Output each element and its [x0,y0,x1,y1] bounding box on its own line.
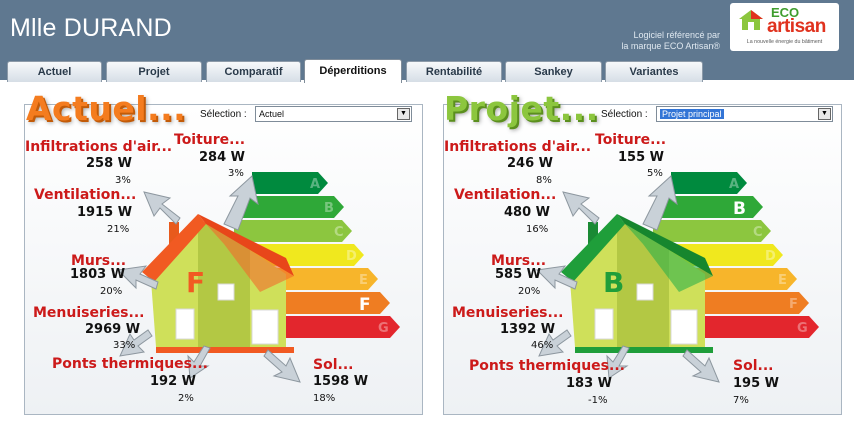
current-ponts-value: 192 W [150,374,197,389]
client-name-title: Mlle DURAND [10,14,172,42]
project-toiture-value: 155 W [618,150,665,165]
project-menuiseries-value: 1392 W [500,322,556,337]
software-reference-line2: la marque ECO Artisan® [621,41,720,51]
current-murs-value: 1803 W [70,267,126,282]
tab-rentabilite[interactable]: Rentabilité [406,61,502,82]
project-ponts-percent: -1% [588,395,608,406]
project-ventilation-percent: 16% [526,224,549,235]
project-murs-percent: 20% [518,286,541,297]
project-menuiseries-label: Menuiseries... [452,305,564,321]
tab-sankey[interactable]: Sankey [505,61,602,82]
svg-text:F: F [186,266,205,299]
project-sol-value: 195 W [733,376,780,391]
tab-comparatif[interactable]: Comparatif [206,61,301,82]
tab-bar: Actuel Projet Comparatif Déperditions Re… [0,59,854,83]
svg-text:A: A [310,177,320,192]
project-ponts-label: Ponts thermiques... [469,358,625,374]
current-ponts-label: Ponts thermiques... [52,356,208,372]
tab-projet[interactable]: Projet [106,61,202,82]
current-menuiseries-percent: 33% [113,340,136,351]
current-infiltrations-percent: 3% [115,175,131,186]
svg-text:D: D [765,249,776,264]
svg-text:F: F [789,297,798,312]
svg-text:E: E [359,273,368,288]
project-menuiseries-percent: 46% [531,340,554,351]
project-sol-percent: 7% [733,395,749,406]
project-infiltrations-value: 246 W [507,156,554,171]
svg-text:F: F [359,295,371,315]
svg-text:D: D [346,249,357,264]
project-ventilation-label: Ventilation... [454,187,557,203]
project-toiture-percent: 5% [647,168,663,179]
current-infiltrations-label: Infiltrations d'air... [25,139,173,155]
current-toiture-value: 284 W [199,150,246,165]
current-sol-value: 1598 W [313,374,369,389]
tab-deperditions[interactable]: Déperditions [304,59,402,83]
eco-artisan-logo: ECO artisan La nouvelle énergie du bâtim… [730,3,839,51]
project-ponts-value: 183 W [566,376,613,391]
project-ventilation-value: 480 W [504,205,551,220]
svg-text:C: C [753,225,763,240]
current-ventilation-percent: 21% [107,224,130,235]
current-sol-label: Sol... [313,357,354,373]
svg-text:B: B [603,266,624,299]
logo-tagline: La nouvelle énergie du bâtiment [746,39,823,45]
svg-text:E: E [778,273,787,288]
current-infiltrations-value: 258 W [86,156,133,171]
logo-artisan-text: artisan [767,16,826,37]
svg-text:G: G [797,321,808,336]
current-sol-percent: 18% [313,393,336,404]
project-sol-label: Sol... [733,358,774,374]
tab-actuel[interactable]: Actuel [7,61,102,82]
logo-house-icon [739,10,763,30]
tab-variantes[interactable]: Variantes [605,61,703,82]
current-menuiseries-label: Menuiseries... [33,305,145,321]
current-menuiseries-value: 2969 W [85,322,141,337]
svg-text:B: B [324,201,334,216]
project-toiture-label: Toiture... [595,132,667,148]
software-reference-text: Logiciel référencé par la marque ECO Art… [590,30,720,52]
svg-text:C: C [334,225,344,240]
current-toiture-label: Toiture... [174,132,246,148]
project-infiltrations-percent: 8% [536,175,552,186]
svg-text:G: G [378,321,389,336]
current-toiture-percent: 3% [228,168,244,179]
software-reference-line1: Logiciel référencé par [633,30,720,40]
project-infiltrations-label: Infiltrations d'air... [444,139,592,155]
svg-text:A: A [729,177,739,192]
project-murs-value: 585 W [495,267,542,282]
current-ventilation-value: 1915 W [77,205,133,220]
current-ponts-percent: 2% [178,393,194,404]
current-ventilation-label: Ventilation... [34,187,137,203]
svg-text:B: B [733,199,746,219]
current-murs-percent: 20% [100,286,123,297]
